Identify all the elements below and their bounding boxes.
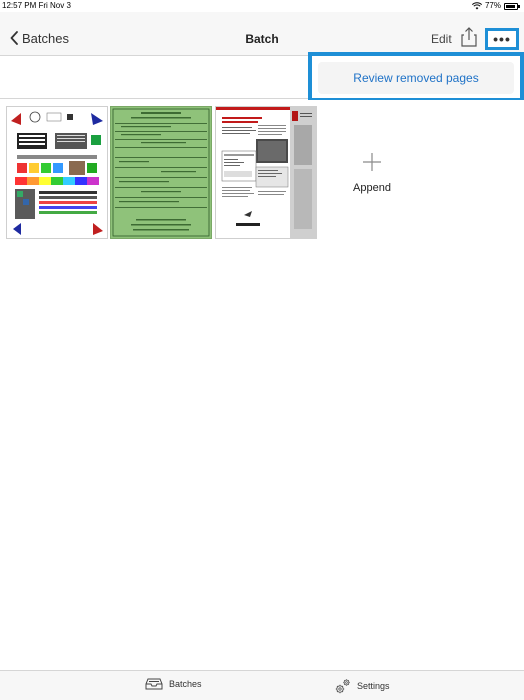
tab-bar: Batches Settings: [0, 670, 524, 700]
wifi-icon: [471, 2, 482, 10]
gears-icon: [335, 679, 350, 694]
status-bar: 12:57 PM Fri Nov 3 77%: [0, 0, 524, 12]
page-thumbnail[interactable]: [215, 106, 317, 239]
tab-batches[interactable]: Batches: [145, 678, 202, 690]
battery-icon: [504, 2, 520, 10]
append-button[interactable]: Append: [321, 106, 423, 239]
status-time: 12:57 PM Fri Nov 3: [2, 1, 71, 10]
green-form-page-image: [111, 107, 211, 238]
tab-settings-label: Settings: [357, 681, 390, 691]
status-indicators: 77%: [471, 0, 520, 12]
tray-icon: [145, 678, 163, 690]
tab-settings[interactable]: Settings: [335, 678, 390, 694]
ellipsis-icon: •••: [493, 31, 511, 47]
navigation-bar: Batches Batch Edit •••: [0, 12, 524, 56]
review-removed-pages-item[interactable]: Review removed pages: [318, 62, 514, 94]
page-thumbnail[interactable]: [110, 106, 212, 239]
batch-pages-grid: Append: [0, 100, 524, 670]
append-label: Append: [353, 181, 391, 194]
plus-icon: [363, 152, 381, 171]
more-options-button[interactable]: •••: [485, 28, 519, 50]
more-options-popover: Review removed pages: [308, 52, 524, 102]
battery-percent: 77%: [484, 1, 501, 10]
page-thumbnail[interactable]: [6, 106, 108, 239]
share-icon[interactable]: [460, 27, 478, 47]
screen: 12:57 PM Fri Nov 3 77% Batches Batch Edi…: [0, 0, 524, 700]
edit-button[interactable]: Edit: [431, 32, 452, 46]
document-page-image: [216, 107, 316, 238]
test-chart-page-image: [7, 107, 107, 238]
tab-batches-label: Batches: [169, 679, 202, 689]
